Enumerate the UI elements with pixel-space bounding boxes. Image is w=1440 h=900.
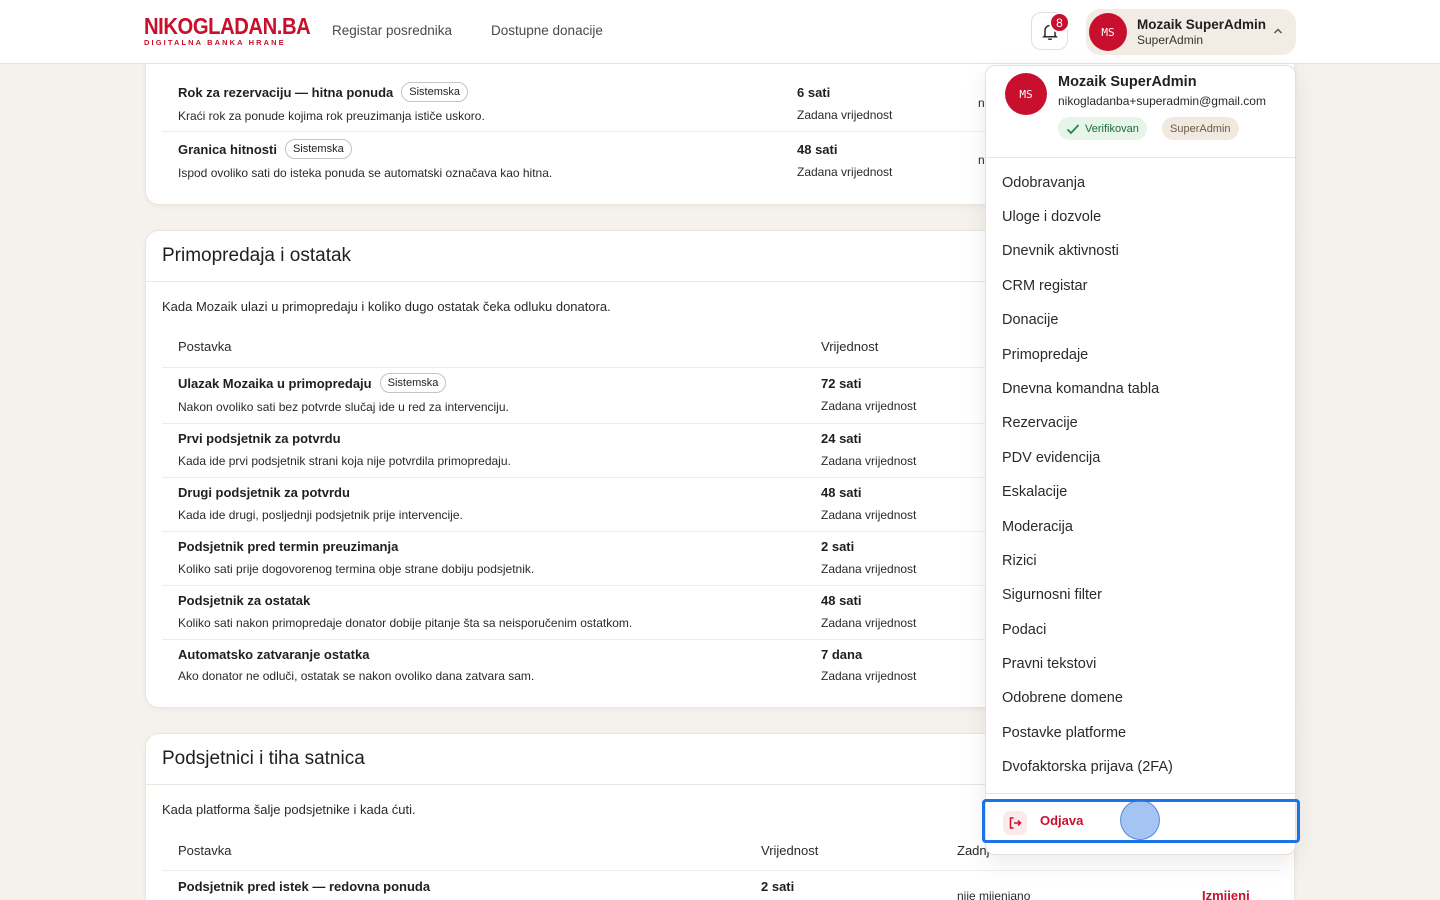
menu-item-pravni-tekstovi[interactable]: Pravni tekstovi bbox=[1002, 656, 1096, 672]
setting-desc: Ako donator ne odluči, ostatak se nakon … bbox=[178, 669, 535, 683]
setting-name: Podsjetnik pred istek — redovna ponuda bbox=[178, 879, 431, 894]
system-tag: Sistemska bbox=[401, 82, 469, 102]
menu-item-rizici[interactable]: Rizici bbox=[1002, 553, 1037, 569]
role-badge: SuperAdmin bbox=[1162, 117, 1239, 140]
card-description: Kada platforma šalje podsjetnike i kada … bbox=[162, 802, 416, 817]
menu-item-dvofaktorska-prijava[interactable]: Dvofaktorska prijava (2FA) bbox=[1002, 759, 1173, 775]
column-header-setting: Postavka bbox=[178, 843, 232, 858]
menu-item-donacije[interactable]: Donacije bbox=[1002, 312, 1058, 328]
setting-name: Drugi podsjetnik za potvrdu bbox=[178, 485, 350, 500]
system-tag: Sistemska bbox=[379, 373, 447, 393]
column-header-setting: Postavka bbox=[178, 339, 232, 354]
setting-value-sub: Zadana vrijednost bbox=[821, 616, 917, 630]
last-change-clipped: n bbox=[978, 96, 985, 110]
notification-count-badge: 8 bbox=[1049, 12, 1070, 33]
dropdown-user-name: Mozaik SuperAdmin bbox=[1058, 74, 1197, 90]
edit-link[interactable]: Izmijeni bbox=[1202, 888, 1250, 900]
setting-name: Granica hitnosti Sistemska bbox=[178, 139, 352, 159]
setting-value-sub: Zadana vrijednost bbox=[821, 399, 917, 413]
top-header: NIKOGLADAN.BA DIGITALNA BANKA HRANE Regi… bbox=[0, 0, 1440, 64]
pointer-cursor bbox=[1120, 800, 1160, 840]
card-description: Kada Mozaik ulazi u primopredaju i kolik… bbox=[162, 299, 611, 314]
setting-name: Podsjetnik za ostatak bbox=[178, 593, 311, 608]
dropdown-divider bbox=[986, 157, 1295, 158]
setting-value: 2 sati bbox=[761, 879, 795, 894]
logout-label: Odjava bbox=[1040, 813, 1084, 828]
setting-value: 24 sati bbox=[821, 431, 862, 446]
column-header-value: Vrijednost bbox=[821, 339, 879, 354]
check-icon bbox=[1066, 123, 1080, 134]
logo-wordmark: NIKOGLADAN.BA bbox=[144, 13, 311, 39]
menu-item-uloge-i-dozvole[interactable]: Uloge i dozvole bbox=[1002, 209, 1101, 225]
setting-value-sub: Zadana vrijednost bbox=[821, 508, 917, 522]
nav-dostupne-donacije[interactable]: Dostupne donacije bbox=[491, 23, 603, 38]
setting-value-sub: Zadana vrijednost bbox=[797, 165, 893, 179]
setting-desc: Kada ide drugi, posljednji podsjetnik pr… bbox=[178, 508, 463, 522]
setting-name: Prvi podsjetnik za potvrdu bbox=[178, 431, 341, 446]
user-role: SuperAdmin bbox=[1137, 33, 1204, 47]
setting-desc: Kada ide prvi podsjetnik strani koja nij… bbox=[178, 454, 511, 468]
user-dropdown-menu: MS Mozaik SuperAdmin nikogladanba+supera… bbox=[982, 65, 1300, 855]
setting-value-sub: Zadana vrijednost bbox=[821, 669, 917, 683]
setting-desc: Nakon ovoliko sati bez potvrde slučaj id… bbox=[178, 400, 509, 414]
setting-value: 48 sati bbox=[797, 142, 838, 157]
menu-item-podaci[interactable]: Podaci bbox=[1002, 622, 1046, 638]
setting-value-sub: Zadana vrijednost bbox=[797, 108, 893, 122]
setting-desc: Koliko sati nakon primopredaje donator d… bbox=[178, 616, 633, 630]
menu-item-eskalacije[interactable]: Eskalacije bbox=[1002, 484, 1067, 500]
user-menu-toggle[interactable]: MS Mozaik SuperAdmin SuperAdmin bbox=[1086, 9, 1296, 55]
row-divider bbox=[162, 870, 1280, 871]
site-logo[interactable]: NIKOGLADAN.BA DIGITALNA BANKA HRANE bbox=[144, 15, 333, 48]
user-name: Mozaik SuperAdmin bbox=[1137, 17, 1267, 32]
setting-desc: Koliko sati prije dogovorenog termina ob… bbox=[178, 562, 535, 576]
menu-item-moderacija[interactable]: Moderacija bbox=[1002, 519, 1073, 535]
card-title: Podsjetnici i tiha satnica bbox=[162, 748, 365, 769]
setting-value: 2 sati bbox=[821, 539, 855, 554]
setting-name: Rok za rezervaciju — hitna ponuda Sistems… bbox=[178, 82, 469, 102]
verified-badge: Verifikovan bbox=[1058, 117, 1147, 140]
menu-item-pdv-evidencija[interactable]: PDV evidencija bbox=[1002, 450, 1100, 466]
last-change: nije mijenjano bbox=[957, 889, 1031, 900]
setting-value-sub: Zadana vrijednost bbox=[821, 454, 917, 468]
setting-name: Podsjetnik pred termin preuzimanja bbox=[178, 539, 399, 554]
setting-name: Ulazak Mozaika u primopredaju Sistemska bbox=[178, 373, 447, 393]
avatar: MS bbox=[1005, 73, 1047, 115]
avatar: MS bbox=[1089, 13, 1127, 51]
chevron-up-icon bbox=[1273, 28, 1283, 34]
logout-icon bbox=[1003, 811, 1027, 835]
dropdown-divider bbox=[986, 793, 1295, 794]
menu-item-crm-registar[interactable]: CRM registar bbox=[1002, 278, 1087, 294]
logo-tagline: DIGITALNA BANKA HRANE bbox=[144, 38, 286, 47]
setting-value: 48 sati bbox=[821, 485, 862, 500]
setting-value: 48 sati bbox=[821, 593, 862, 608]
menu-item-dnevna-komandna-tabla[interactable]: Dnevna komandna tabla bbox=[1002, 381, 1159, 397]
column-header-value: Vrijednost bbox=[761, 843, 819, 858]
card-title: Primopredaja i ostatak bbox=[162, 245, 352, 266]
menu-item-rezervacije[interactable]: Rezervacije bbox=[1002, 415, 1078, 431]
system-tag: Sistemska bbox=[284, 139, 352, 159]
menu-item-odobravanja[interactable]: Odobravanja bbox=[1002, 175, 1085, 191]
setting-desc: Ispod ovoliko sati do isteka ponuda se a… bbox=[178, 166, 553, 180]
menu-item-primopredaje[interactable]: Primopredaje bbox=[1002, 347, 1088, 363]
menu-item-postavke-platforme[interactable]: Postavke platforme bbox=[1002, 725, 1126, 741]
menu-item-sigurnosni-filter[interactable]: Sigurnosni filter bbox=[1002, 587, 1102, 603]
dropdown-user-email: nikogladanba+superadmin@gmail.com bbox=[1058, 94, 1266, 108]
setting-name: Automatsko zatvaranje ostatka bbox=[178, 647, 370, 662]
menu-item-dnevnik-aktivnosti[interactable]: Dnevnik aktivnosti bbox=[1002, 243, 1119, 259]
setting-value-sub: Zadana vrijednost bbox=[821, 562, 917, 576]
menu-item-odobrene-domene[interactable]: Odobrene domene bbox=[1002, 690, 1123, 706]
setting-value: 7 dana bbox=[821, 647, 863, 662]
setting-value: 72 sati bbox=[821, 376, 862, 391]
last-change-clipped: n bbox=[978, 153, 985, 167]
setting-value: 6 sati bbox=[797, 85, 831, 100]
nav-registar-posrednika[interactable]: Registar posrednika bbox=[332, 23, 452, 38]
setting-desc: Kraći rok za ponude kojima rok preuziman… bbox=[178, 109, 485, 123]
